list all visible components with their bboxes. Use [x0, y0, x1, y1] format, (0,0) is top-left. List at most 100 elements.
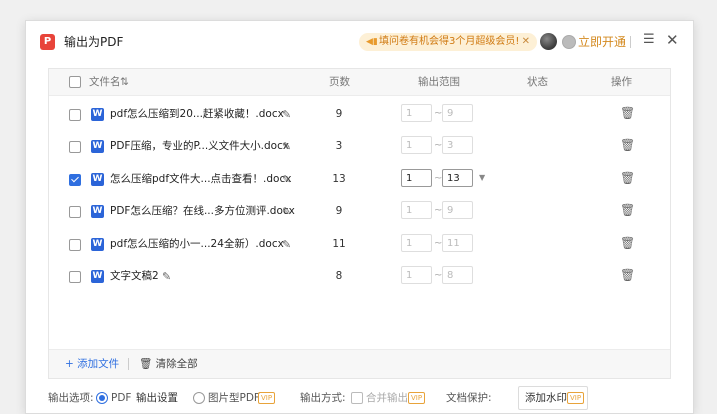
rename-icon[interactable]: ✎: [282, 107, 291, 122]
select-all-checkbox[interactable]: [69, 76, 81, 88]
menu-icon[interactable]: ☰: [643, 32, 655, 47]
pdf-option-label: PDF: [111, 392, 132, 404]
table-row: W pdf怎么压缩的小一...24全新）.docx ✎ 11 1 ~ 11 🗑: [49, 228, 670, 260]
word-doc-icon: W: [91, 173, 104, 186]
delete-icon[interactable]: 🗑: [620, 138, 635, 153]
vip-tag: VIP: [258, 392, 276, 404]
header-range: 输出范围: [418, 76, 460, 88]
promo-banner[interactable]: ◀▮ 填问卷有机会得3个月超级会员! ✕: [359, 33, 537, 51]
delete-icon[interactable]: 🗑: [620, 203, 635, 218]
merge-output-checkbox[interactable]: [351, 392, 363, 404]
clear-all-button[interactable]: 🗑 清除全部: [139, 357, 198, 371]
output-options-bar: 输出选项: PDF 输出设置 图片型PDF VIP 输出方式: 合并输出 VIP…: [48, 386, 688, 410]
delete-icon[interactable]: 🗑: [620, 268, 635, 283]
range-from-input[interactable]: 1: [401, 136, 432, 154]
file-table: 文件名 ⇅ 页数 输出范围 状态 操作 W pdf怎么压缩到20...赶紧收藏！…: [48, 68, 671, 379]
range-from-input[interactable]: 1: [401, 201, 432, 219]
word-doc-icon: W: [91, 238, 104, 251]
row-checkbox[interactable]: [69, 239, 81, 251]
add-watermark-label: 添加水印: [525, 392, 567, 404]
word-doc-icon: W: [91, 140, 104, 153]
header-filename: 文件名: [89, 76, 121, 88]
header-status: 状态: [527, 76, 548, 88]
title-bar: P 输出为PDF ◀▮ 填问卷有机会得3个月超级会员! ✕ 立即开通 ☰ ✕: [26, 21, 693, 63]
rename-icon[interactable]: ✎: [282, 139, 291, 154]
promo-close-icon[interactable]: ✕: [522, 33, 530, 51]
vip-badge-icon: [562, 35, 576, 49]
file-name: PDF怎么压缩？在线...多方位测评.docx: [110, 205, 295, 217]
range-to-input[interactable]: 11: [442, 234, 473, 252]
pdf-logo-icon: P: [40, 34, 55, 50]
delete-icon[interactable]: 🗑: [620, 236, 635, 251]
table-footer: + 添加文件 🗑 清除全部: [49, 349, 670, 378]
clear-all-label: 清除全部: [155, 358, 198, 370]
range-to-input[interactable]: 3: [442, 136, 473, 154]
range-from-input[interactable]: 1: [401, 234, 432, 252]
range-to-input[interactable]: 13: [442, 169, 473, 187]
word-doc-icon: W: [91, 270, 104, 283]
table-row: W PDF压缩，专业的P...义文件大小.docx ✎ 3 1 ~ 3 🗑: [49, 130, 670, 162]
table-header: 文件名 ⇅ 页数 输出范围 状态 操作: [49, 69, 670, 96]
page-count: 3: [335, 140, 343, 152]
range-from-input[interactable]: 1: [401, 169, 432, 187]
row-checkbox[interactable]: [69, 271, 81, 283]
row-checkbox[interactable]: [69, 206, 81, 218]
delete-icon[interactable]: 🗑: [620, 171, 635, 186]
file-name: 怎么压缩pdf文件大...点击查看！.docx: [110, 173, 292, 185]
dialog-title: 输出为PDF: [64, 35, 124, 49]
table-row: W pdf怎么压缩到20...赶紧收藏！.docx ✎ 9 1 ~ 9 🗑: [49, 98, 670, 130]
image-pdf-label: 图片型PDF: [208, 392, 260, 404]
speaker-icon: ◀▮: [366, 37, 378, 47]
range-from-input[interactable]: 1: [401, 104, 432, 122]
trash-icon: 🗑: [139, 358, 156, 370]
page-count: 9: [335, 205, 343, 217]
doc-protection-label: 文档保护:: [446, 392, 492, 404]
rename-icon[interactable]: ✎: [282, 172, 291, 187]
close-icon[interactable]: ✕: [666, 31, 679, 49]
file-name: PDF压缩，专业的P...义文件大小.docx: [110, 140, 290, 152]
delete-icon[interactable]: 🗑: [620, 106, 635, 121]
header-actions: 操作: [611, 76, 632, 88]
range-to-input[interactable]: 9: [442, 201, 473, 219]
header-pages: 页数: [329, 76, 350, 88]
rename-icon[interactable]: ✎: [282, 204, 291, 219]
file-name: pdf怎么压缩到20...赶紧收藏！.docx: [110, 108, 284, 120]
range-to-input[interactable]: 9: [442, 104, 473, 122]
output-mode-label: 输出方式:: [300, 392, 346, 404]
range-to-input[interactable]: 8: [442, 266, 473, 284]
file-name: pdf怎么压缩的小一...24全新）.docx: [110, 238, 284, 250]
row-checkbox[interactable]: [69, 141, 81, 153]
divider: [630, 36, 631, 48]
sort-icon[interactable]: ⇅: [120, 75, 129, 89]
table-row: W 怎么压缩pdf文件大...点击查看！.docx ✎ 13 1 ~ 13 ▼ …: [49, 163, 670, 195]
rename-icon[interactable]: ✎: [282, 237, 291, 252]
range-from-input[interactable]: 1: [401, 266, 432, 284]
rename-icon[interactable]: ✎: [162, 269, 171, 284]
vip-tag: VIP: [408, 392, 426, 404]
row-checkbox[interactable]: [69, 109, 81, 121]
merge-output-label: 合并输出: [366, 392, 408, 404]
promo-text: 填问卷有机会得3个月超级会员!: [379, 36, 520, 47]
add-watermark-button[interactable]: 添加水印 VIP: [518, 386, 588, 410]
row-checkbox[interactable]: [69, 174, 81, 186]
output-options-label: 输出选项:: [48, 392, 94, 404]
open-membership-button[interactable]: 立即开通: [578, 33, 626, 51]
word-doc-icon: W: [91, 108, 104, 121]
pdf-radio[interactable]: [96, 392, 108, 404]
table-row: W PDF怎么压缩？在线...多方位测评.docx ✎ 9 1 ~ 9 🗑: [49, 195, 670, 227]
page-count: 8: [335, 270, 343, 282]
image-pdf-radio[interactable]: [193, 392, 205, 404]
output-settings-link[interactable]: 输出设置: [136, 391, 178, 405]
table-row: W 文字文稿2 ✎ 8 1 ~ 8 🗑: [49, 260, 670, 292]
page-count: 13: [332, 173, 346, 185]
divider: [128, 358, 129, 370]
vip-tag: VIP: [567, 392, 585, 404]
file-name: 文字文稿2: [110, 270, 159, 282]
range-dropdown-icon[interactable]: ▼: [479, 173, 485, 182]
add-file-button[interactable]: + 添加文件: [65, 357, 119, 371]
page-count: 11: [332, 238, 346, 250]
export-pdf-dialog: P 输出为PDF ◀▮ 填问卷有机会得3个月超级会员! ✕ 立即开通 ☰ ✕ 文…: [25, 20, 694, 414]
user-avatar[interactable]: [540, 33, 557, 50]
page-count: 9: [335, 108, 343, 120]
word-doc-icon: W: [91, 205, 104, 218]
